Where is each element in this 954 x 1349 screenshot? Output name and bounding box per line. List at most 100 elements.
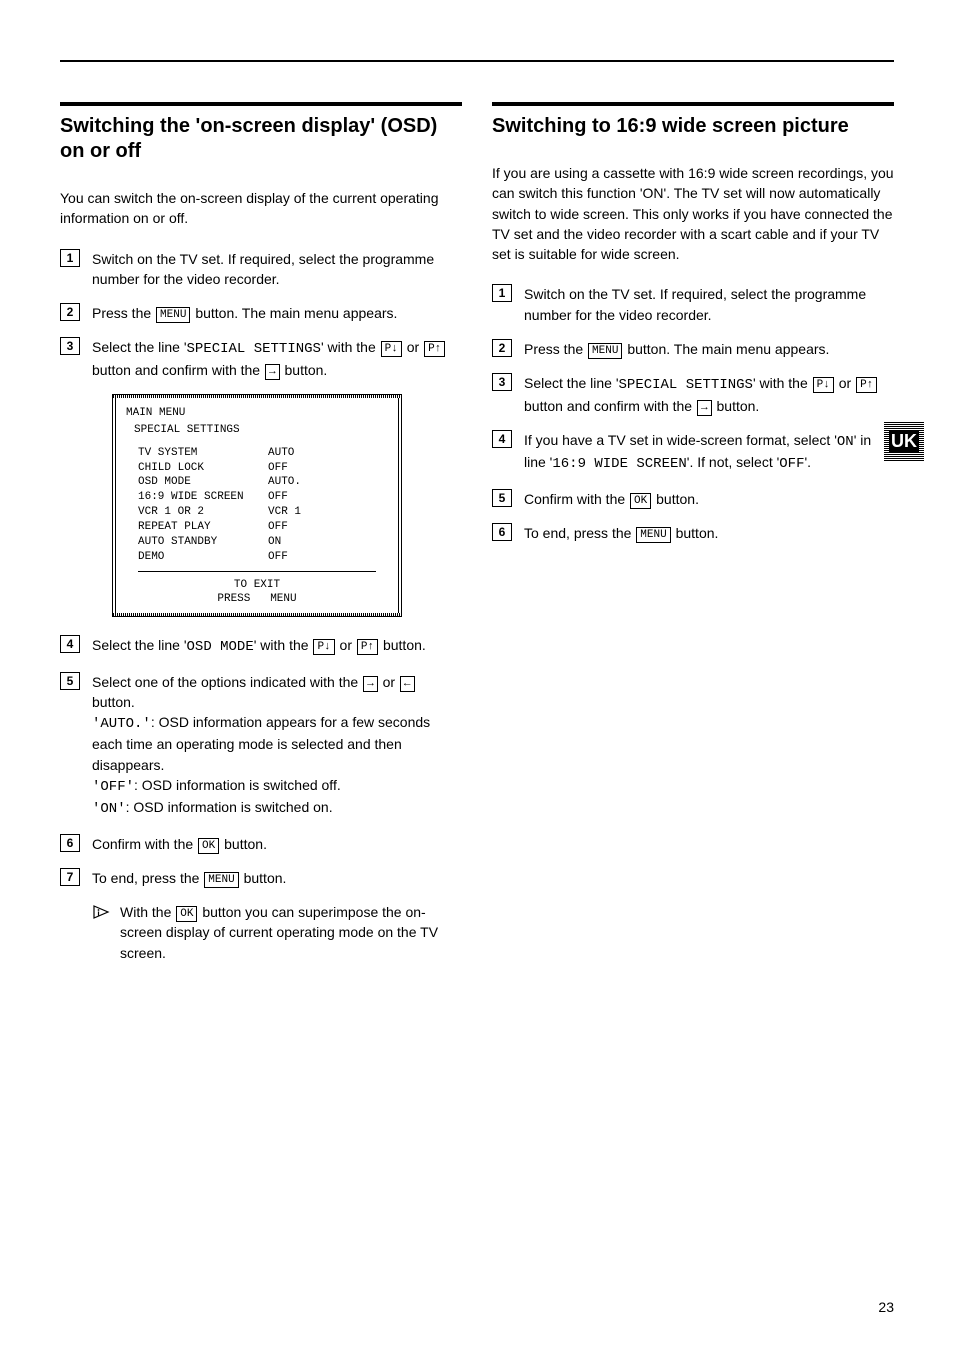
osd-line: VCR 1 OR 2VCR 1 [138, 505, 388, 520]
text: To end, press the [524, 525, 635, 541]
step-5: 5 Confirm with the OK button. [492, 489, 894, 509]
text: Confirm with the [524, 491, 629, 507]
text: or [379, 674, 399, 690]
text: With the [120, 904, 175, 920]
step-number: 5 [492, 489, 512, 507]
step-body: To end, press the MENU button. [92, 868, 462, 888]
step-body: Select one of the options indicated with… [92, 672, 462, 820]
text: or [403, 339, 423, 355]
section-title-widescreen: Switching to 16:9 wide screen picture [492, 114, 894, 139]
text: button. [220, 836, 267, 852]
text: '. If not, select ' [687, 454, 780, 470]
menu-button-icon: MENU [636, 527, 670, 543]
step-number: 5 [60, 672, 80, 690]
step-body: Select the line 'SPECIAL SETTINGS' with … [92, 337, 462, 380]
text: button. [379, 637, 426, 653]
osd-label: CHILD LOCK [138, 461, 268, 476]
step-1: 1 Switch on the TV set. If required, sel… [492, 284, 894, 325]
text: button. The main menu appears. [623, 341, 829, 357]
text: Select the line ' [524, 375, 619, 391]
text: button and confirm with the [524, 398, 696, 414]
intro-text: You can switch the on-screen display of … [60, 188, 462, 229]
hint-block: With the OK button you can superimpose t… [92, 902, 462, 963]
step-number: 4 [492, 430, 512, 448]
text: ' with the [321, 339, 380, 355]
text: Press the [524, 341, 587, 357]
osd-line: TV SYSTEMAUTO [138, 446, 388, 461]
text: If you have a TV set in wide-screen form… [524, 432, 837, 448]
mono-text: 'ON' [92, 801, 126, 817]
mono-text: 'OFF' [92, 779, 134, 795]
text: '. [805, 454, 812, 470]
text: button. [240, 870, 287, 886]
p-down-icon: P↓ [381, 341, 402, 357]
menu-button-icon: MENU [156, 307, 190, 323]
uk-label: UK [889, 431, 919, 452]
text: Select the line ' [92, 637, 187, 653]
osd-value: AUTO. [268, 475, 301, 490]
section-rule [492, 102, 894, 106]
text: ' with the [753, 375, 812, 391]
osd-line: CHILD LOCKOFF [138, 461, 388, 476]
step-number: 1 [492, 284, 512, 302]
osd-value: OFF [268, 520, 288, 535]
right-icon: → [265, 364, 280, 380]
step-number: 2 [492, 339, 512, 357]
step-number: 1 [60, 249, 80, 267]
left-column: Switching the 'on-screen display' (OSD) … [60, 102, 462, 963]
step-2: 2 Press the MENU button. The main menu a… [492, 339, 894, 359]
step-number: 3 [60, 337, 80, 355]
osd-label: DEMO [138, 550, 268, 565]
osd-label: OSD MODE [138, 475, 268, 490]
ok-button-icon: OK [198, 838, 219, 854]
osd-line: 16:9 WIDE SCREENOFF [138, 490, 388, 505]
two-column-layout: Switching the 'on-screen display' (OSD) … [60, 102, 894, 963]
top-rule [60, 60, 894, 62]
osd-footer-line: TO EXIT [126, 578, 388, 593]
step-body: Switch on the TV set. If required, selec… [92, 249, 462, 290]
step-2: 2 Press the MENU button. The main menu a… [60, 303, 462, 323]
mono-text: 'AUTO.' [92, 716, 151, 732]
text: Select one of the options indicated with… [92, 674, 362, 690]
osd-label: AUTO STANDBY [138, 535, 268, 550]
text: button. [92, 694, 135, 710]
text: To end, press the [92, 870, 203, 886]
right-icon: → [363, 676, 378, 692]
step-body: Press the MENU button. The main menu app… [92, 303, 462, 323]
text: : OSD information is switched off. [134, 777, 341, 793]
step-body: Confirm with the OK button. [92, 834, 462, 854]
step-number: 4 [60, 635, 80, 653]
step-3: 3 Select the line 'SPECIAL SETTINGS' wit… [492, 373, 894, 416]
osd-title: MAIN MENU [126, 406, 388, 421]
osd-subtitle: SPECIAL SETTINGS [134, 423, 388, 438]
text: : OSD information is switched on. [126, 799, 333, 815]
osd-footer-line: PRESS MENU [126, 592, 388, 607]
step-4: 4 Select the line 'OSD MODE' with the P↓… [60, 635, 462, 657]
text: ' with the [254, 637, 313, 653]
step-body: To end, press the MENU button. [524, 523, 894, 543]
menu-button-icon: MENU [204, 872, 238, 888]
step-6: 6 To end, press the MENU button. [492, 523, 894, 543]
step-body: Select the line 'SPECIAL SETTINGS' with … [524, 373, 894, 416]
osd-value: OFF [268, 550, 288, 565]
step-6: 6 Confirm with the OK button. [60, 834, 462, 854]
info-triangle-icon [92, 904, 110, 920]
osd-line: DEMOOFF [138, 550, 388, 565]
step-body: Select the line 'OSD MODE' with the P↓ o… [92, 635, 462, 657]
p-up-icon: P↑ [424, 341, 445, 357]
text: button and confirm with the [92, 362, 264, 378]
osd-divider [138, 571, 376, 572]
section-title-osd: Switching the 'on-screen display' (OSD) … [60, 114, 462, 164]
osd-line: REPEAT PLAYOFF [138, 520, 388, 535]
osd-label: TV SYSTEM [138, 446, 268, 461]
p-down-icon: P↓ [813, 377, 834, 393]
uk-region-tab: UK [884, 421, 924, 461]
text: button. [652, 491, 699, 507]
osd-label: REPEAT PLAY [138, 520, 268, 535]
right-column: Switching to 16:9 wide screen picture If… [492, 102, 894, 963]
text: button. [713, 398, 760, 414]
text: Confirm with the [92, 836, 197, 852]
text: button. The main menu appears. [191, 305, 397, 321]
menu-button-icon: MENU [588, 343, 622, 359]
text: MENU [270, 593, 296, 605]
